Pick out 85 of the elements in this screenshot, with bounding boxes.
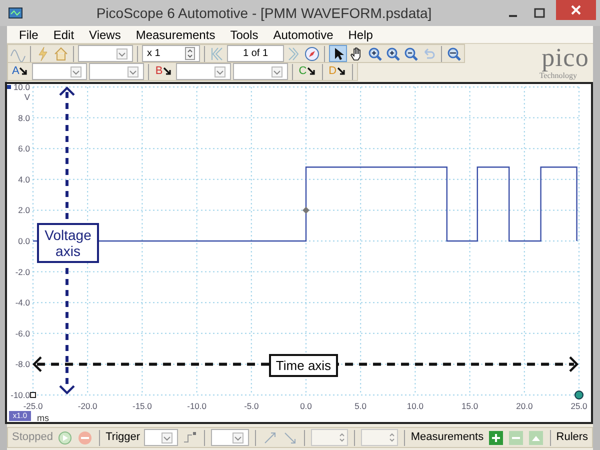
x-tick-label: 15.0 bbox=[462, 401, 478, 411]
y-tick-label: -6.0 bbox=[15, 328, 30, 338]
page-field[interactable]: 1 of 1 bbox=[227, 45, 284, 62]
trigger-marker-icon[interactable] bbox=[302, 206, 310, 214]
x-tick-label: -5.0 bbox=[244, 401, 259, 411]
arrow-icon[interactable] bbox=[162, 67, 172, 76]
logo-text: pico bbox=[542, 46, 589, 70]
y-tick-label: 4.0 bbox=[18, 174, 30, 184]
annotation-label: Voltage axis bbox=[37, 223, 99, 263]
spinner-icon[interactable] bbox=[337, 431, 348, 444]
chevron-down-icon[interactable] bbox=[268, 64, 285, 80]
app-icon[interactable] bbox=[8, 6, 24, 20]
zoom-in-icon[interactable] bbox=[367, 46, 383, 62]
x-tick-label: -15.0 bbox=[132, 401, 152, 411]
skip-back-icon[interactable] bbox=[209, 46, 225, 62]
arrow-icon[interactable] bbox=[306, 67, 316, 76]
menu-item[interactable]: Help bbox=[348, 26, 373, 44]
zoom-in-icon[interactable] bbox=[385, 46, 401, 62]
chevron-down-icon[interactable] bbox=[125, 64, 142, 80]
zoom-field[interactable]: x 1 bbox=[142, 45, 200, 62]
measurements-label: Measurements bbox=[410, 430, 484, 446]
window-title: PicoScope 6 Automotive - [PMM WAVEFORM.psdata] bbox=[95, 4, 433, 23]
y-tick-label: -4.0 bbox=[15, 298, 30, 308]
y-tick-label: 10.0 bbox=[13, 84, 30, 92]
trigger-dropdown[interactable] bbox=[144, 429, 178, 446]
dropdown[interactable] bbox=[78, 45, 133, 62]
remove-icon[interactable] bbox=[508, 430, 524, 446]
falling-edge-icon[interactable] bbox=[282, 430, 298, 446]
spinner-field[interactable] bbox=[360, 429, 398, 446]
x-axis-unit: ms bbox=[37, 413, 49, 422]
y-axis-unit: V bbox=[24, 92, 30, 102]
annotation-label: Time axis bbox=[269, 354, 338, 377]
spinner-field[interactable] bbox=[310, 429, 348, 446]
arrow-icon[interactable] bbox=[19, 67, 28, 76]
menu-item[interactable]: Views bbox=[89, 26, 121, 44]
ruler-handle-icon[interactable] bbox=[30, 392, 36, 398]
ruler-handle-icon[interactable] bbox=[574, 390, 584, 400]
chevron-down-icon[interactable] bbox=[230, 430, 246, 446]
home-icon[interactable] bbox=[53, 46, 69, 62]
stop-icon[interactable] bbox=[76, 430, 93, 446]
x-tick-label: 0.0 bbox=[300, 401, 312, 411]
y-tick-label: 2.0 bbox=[18, 205, 30, 216]
chevron-down-icon[interactable] bbox=[114, 46, 130, 62]
x-tick-label: -20.0 bbox=[78, 401, 98, 411]
menu-item[interactable]: Automotive bbox=[273, 26, 334, 44]
play-icon[interactable] bbox=[56, 430, 73, 446]
menu-item[interactable]: File bbox=[19, 26, 38, 44]
x-tick-label: -25.0 bbox=[23, 401, 43, 411]
close-button[interactable] bbox=[556, 0, 596, 20]
chevron-down-icon[interactable] bbox=[212, 64, 228, 80]
x-tick-label: 5.0 bbox=[354, 401, 367, 411]
channel-button[interactable]: A bbox=[10, 63, 30, 80]
logo-subtext: Technology bbox=[539, 71, 577, 82]
menu-item[interactable]: Edit bbox=[53, 26, 74, 44]
x-tick-label: 20.0 bbox=[516, 401, 533, 411]
y-tick-label: 0.0 bbox=[18, 236, 30, 246]
channel-button[interactable]: B bbox=[153, 63, 174, 80]
y-tick-label: -10.0 bbox=[10, 390, 30, 400]
zoom-out-icon[interactable] bbox=[403, 46, 419, 62]
x-tick-label: 25.0 bbox=[570, 401, 588, 411]
add-icon[interactable] bbox=[488, 430, 504, 446]
close-icon[interactable] bbox=[570, 4, 582, 16]
spinner-icon[interactable] bbox=[387, 431, 398, 444]
y-tick-label: 6.0 bbox=[18, 144, 30, 154]
x-tick-label: -10.0 bbox=[187, 401, 206, 411]
menu-item[interactable]: Measurements bbox=[136, 26, 216, 44]
dropdown[interactable] bbox=[89, 63, 144, 80]
dropdown[interactable] bbox=[211, 429, 250, 446]
x-tick-label: 10.0 bbox=[406, 401, 424, 411]
dropdown[interactable] bbox=[232, 63, 288, 80]
zoom-fit-icon[interactable] bbox=[446, 46, 462, 62]
y-tick-label: -8.0 bbox=[15, 359, 30, 370]
status-text: Stopped bbox=[12, 430, 53, 446]
y-tick-label: 8.0 bbox=[18, 112, 30, 123]
y-tick-label: -2.0 bbox=[15, 266, 30, 277]
arrow-icon[interactable] bbox=[336, 67, 346, 76]
compass-icon[interactable] bbox=[304, 46, 320, 62]
trigger-edge-icon[interactable] bbox=[182, 430, 198, 446]
trigger-label: Trigger bbox=[106, 430, 140, 446]
chevron-down-icon[interactable] bbox=[159, 430, 176, 446]
menu-item[interactable]: Tools bbox=[230, 26, 258, 44]
chevron-down-icon[interactable] bbox=[68, 64, 84, 80]
channel-marker-icon bbox=[7, 85, 11, 89]
spinner-icon[interactable] bbox=[185, 47, 195, 60]
rulers-label: Rulers bbox=[556, 430, 588, 446]
